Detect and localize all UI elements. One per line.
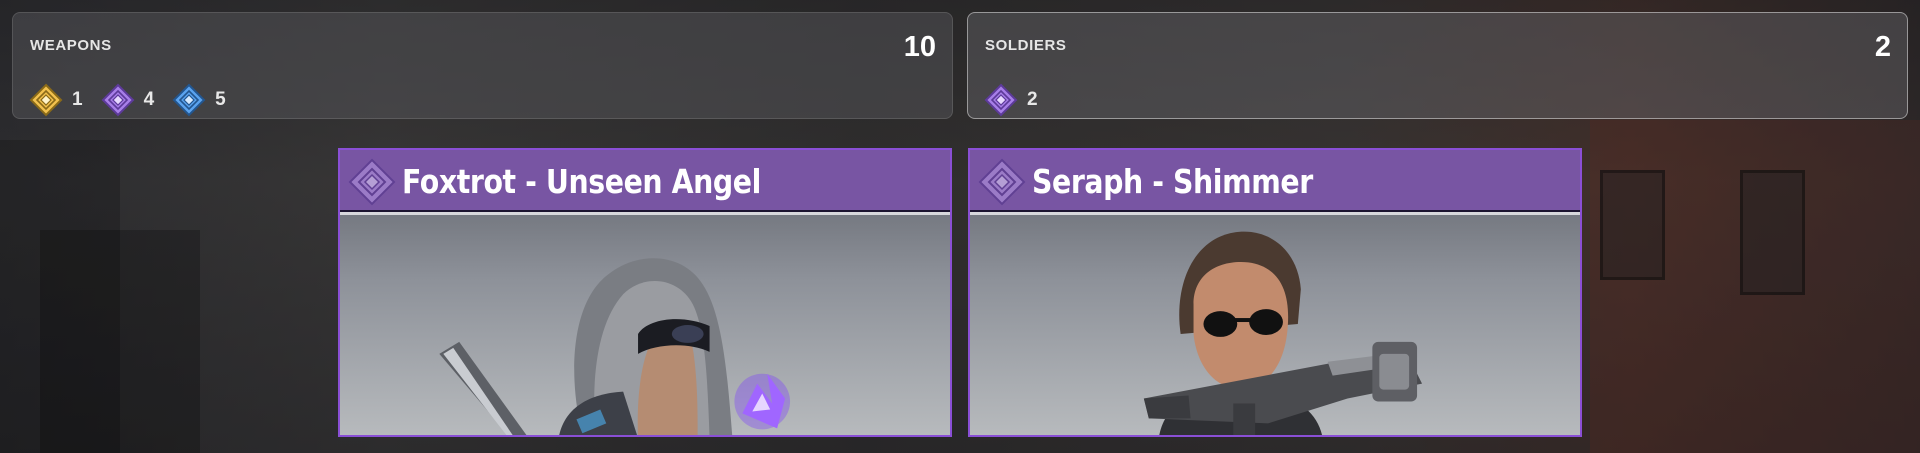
epic-count: 2 [1027,89,1038,110]
soldiers-rarity-list: 2 [984,83,1056,117]
weapons-summary-panel: WEAPONS 10 1 4 5 [12,12,953,119]
bg-building [40,230,200,453]
soldiers-title: SOLDIERS [985,37,1067,54]
bg-window [1600,170,1665,280]
epic-rarity-icon [348,158,396,206]
reward-card-seraph[interactable]: Seraph - Shimmer [968,148,1582,437]
epic-rarity-icon [101,83,134,117]
card-header: Seraph - Shimmer [970,150,1580,215]
weapons-rarity-list: 1 4 5 [29,83,244,117]
soldier-portrait-image [439,258,791,435]
rarity-epic-item: 4 [101,83,155,117]
epic-count: 4 [143,89,155,110]
soldier-portrait-image [1143,231,1423,435]
rare-rarity-icon [172,83,206,117]
card-title: Foxtrot - Unseen Angel [402,162,761,201]
epic-rarity-icon [978,158,1026,206]
card-header: Foxtrot - Unseen Angel [340,150,950,215]
rarity-legendary-item: 1 [29,83,83,117]
legendary-rarity-icon [29,83,63,117]
card-title: Seraph - Shimmer [1032,162,1313,201]
rare-count: 5 [215,89,226,110]
weapons-title: WEAPONS [30,37,112,54]
rarity-epic-item: 2 [984,83,1038,117]
soldiers-total: 2 [1874,31,1891,63]
bg-window [1740,170,1805,295]
epic-rarity-icon [984,83,1018,117]
soldiers-summary-panel[interactable]: SOLDIERS 2 2 [967,12,1908,119]
weapons-total: 10 [903,31,936,63]
rarity-rare-item: 5 [172,83,226,117]
reward-card-foxtrot[interactable]: Foxtrot - Unseen Angel [338,148,952,437]
legendary-count: 1 [72,89,83,110]
